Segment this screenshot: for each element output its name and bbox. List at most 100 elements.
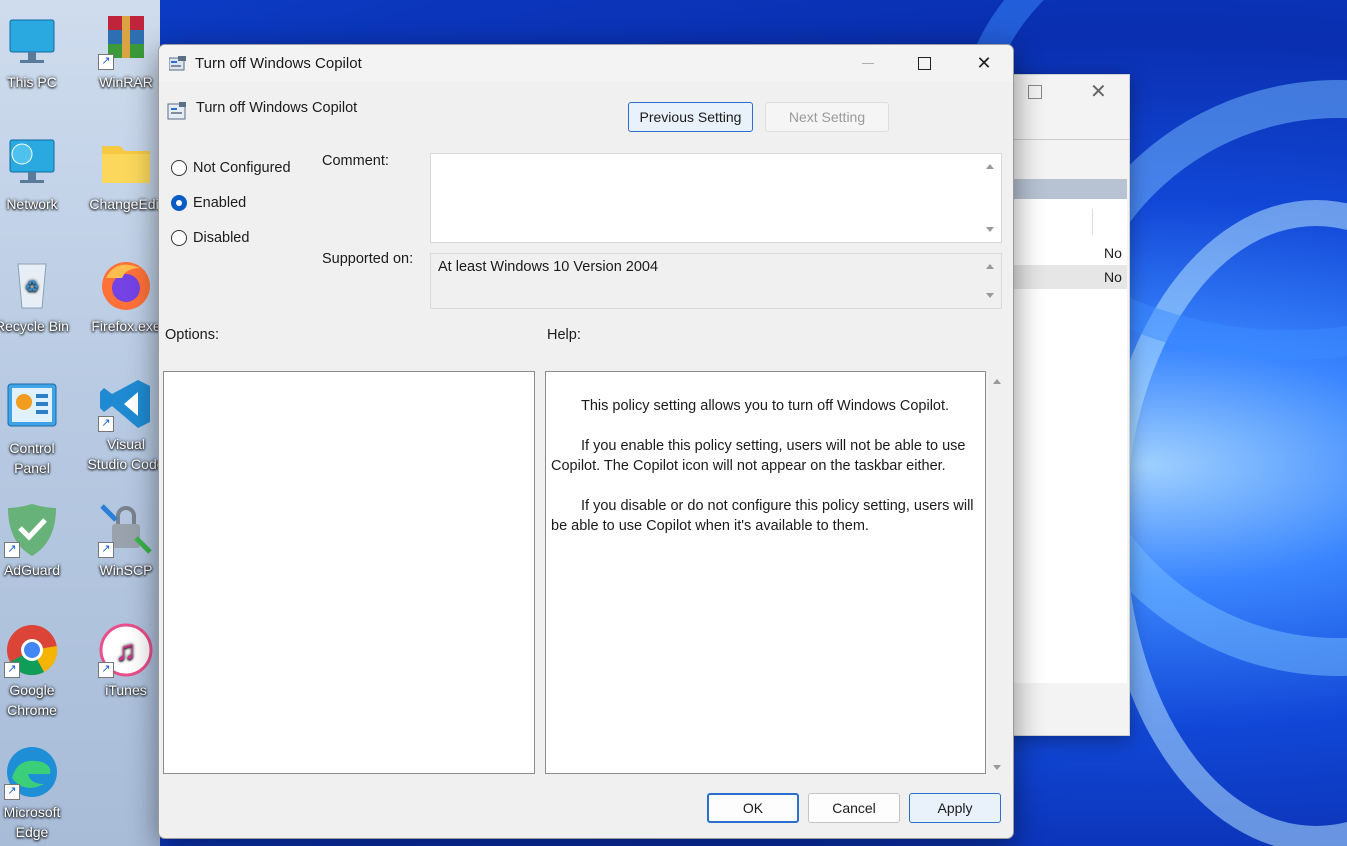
list-item[interactable]: No [1104, 269, 1122, 285]
desktop-icon-label: iTunes [105, 682, 147, 698]
maximize-icon[interactable] [1028, 85, 1042, 99]
shortcut-arrow-icon: ↗ [4, 662, 20, 678]
desktop-icon-this-pc[interactable]: This PC [0, 14, 72, 92]
desktop-icon-label: Google Chrome [7, 682, 57, 718]
adguard-icon: ↗ [4, 502, 60, 558]
desktop-icon-label: Control Panel [9, 440, 55, 476]
desktop-icon-itunes[interactable]: ♫ ↗ iTunes [86, 622, 166, 700]
cancel-button[interactable]: Cancel [808, 793, 900, 823]
scroll-up-icon[interactable] [993, 379, 1001, 384]
desktop-icon-firefox[interactable]: Firefox.exe [86, 258, 166, 336]
desktop-icon-recycle-bin[interactable]: ♻ Recycle Bin [0, 258, 72, 336]
scroll-up-icon[interactable] [986, 264, 994, 269]
setting-name: Turn off Windows Copilot [196, 100, 358, 116]
desktop-icon-label: Recycle Bin [0, 318, 69, 334]
desktop-icon-vscode[interactable]: ↗ Visual Studio Code [86, 376, 166, 474]
minimize-button[interactable] [839, 45, 897, 82]
control-panel-icon [4, 380, 60, 436]
scroll-down-icon[interactable] [986, 227, 994, 232]
desktop-icon-label: This PC [7, 74, 57, 90]
radio-circle-selected [171, 195, 187, 211]
radio-label: Not Configured [193, 160, 291, 176]
close-icon[interactable]: ✕ [1090, 79, 1107, 104]
recycle-bin-icon: ♻ [4, 258, 60, 314]
radio-circle [171, 160, 187, 176]
winrar-icon: ↗ [98, 14, 154, 70]
network-icon [4, 136, 60, 192]
svg-text:♫: ♫ [116, 635, 137, 666]
desktop-icon-control-panel[interactable]: Control Panel [0, 380, 72, 478]
radio-label: Enabled [193, 195, 247, 211]
list-view[interactable]: No No [1006, 199, 1127, 683]
help-pane: This policy setting allows you to turn o… [545, 371, 986, 774]
scroll-up-icon[interactable] [986, 164, 994, 169]
shortcut-arrow-icon: ↗ [98, 662, 114, 678]
shortcut-arrow-icon: ↗ [4, 542, 20, 558]
radio-enabled[interactable]: Enabled [171, 192, 246, 214]
radio-label: Disabled [193, 230, 250, 246]
desktop-icon-network[interactable]: Network [0, 136, 72, 214]
comment-label: Comment: [322, 153, 389, 169]
list-item[interactable]: No [1104, 245, 1122, 261]
ok-button[interactable]: OK [707, 793, 799, 823]
desktop-icon-label: Firefox.exe [91, 318, 161, 334]
help-scrollbar[interactable] [988, 371, 1008, 774]
monitor-icon [4, 14, 60, 70]
options-pane[interactable] [163, 371, 535, 774]
shortcut-arrow-icon: ↗ [98, 54, 114, 70]
divider [1092, 209, 1093, 235]
next-setting-button[interactable]: Next Setting [765, 102, 889, 132]
radio-circle [171, 230, 187, 246]
winscp-icon: ↗ [98, 502, 154, 558]
desktop-icon-label: ChangeEdit [89, 196, 163, 212]
folder-icon [98, 136, 154, 192]
desktop-icon-label: Visual Studio Code [87, 436, 165, 472]
supported-on-value: At least Windows 10 Version 2004 [438, 259, 659, 275]
close-icon: ✕ [976, 53, 992, 73]
help-paragraph: If you disable or do not configure this … [551, 498, 974, 534]
vscode-icon: ↗ [98, 376, 154, 432]
background-window[interactable]: ✕ No No [1005, 74, 1130, 736]
supported-on-label: Supported on: [322, 251, 414, 267]
desktop-icon-label: Network [6, 196, 58, 212]
policy-setting-icon [167, 101, 187, 124]
title-bar[interactable]: Turn off Windows Copilot ✕ [159, 45, 1013, 82]
help-label: Help: [547, 327, 581, 343]
window-title: Turn off Windows Copilot [195, 55, 362, 72]
desktop-icon-changeedit[interactable]: ChangeEdit [86, 136, 166, 214]
chrome-icon: ↗ [4, 622, 60, 678]
edge-icon: ↗ [4, 744, 60, 800]
policy-icon [168, 56, 186, 71]
previous-setting-button[interactable]: Previous Setting [628, 102, 753, 132]
svg-text:♻: ♻ [25, 279, 39, 296]
desktop-icon-microsoft-edge[interactable]: ↗ Microsoft Edge [0, 744, 72, 842]
scroll-down-icon[interactable] [986, 293, 994, 298]
desktop-icon-label: WinRAR [99, 74, 153, 90]
desktop-icon-label: AdGuard [3, 562, 61, 578]
desktop-icon-label: WinSCP [99, 562, 153, 578]
desktop-icon-google-chrome[interactable]: ↗ Google Chrome [0, 622, 72, 720]
shortcut-arrow-icon: ↗ [98, 542, 114, 558]
policy-setting-dialog: Turn off Windows Copilot ✕ Turn off Wind… [158, 44, 1014, 839]
minimize-icon [862, 63, 874, 64]
shortcut-arrow-icon: ↗ [4, 784, 20, 800]
close-button[interactable]: ✕ [955, 45, 1013, 82]
comment-scrollbar[interactable] [981, 154, 1001, 242]
comment-textarea[interactable] [430, 153, 1002, 243]
supported-on-scrollbar[interactable] [981, 254, 1001, 308]
itunes-icon: ♫ ↗ [98, 622, 154, 678]
options-label: Options: [165, 327, 219, 343]
divider [1006, 139, 1129, 140]
shortcut-arrow-icon: ↗ [98, 416, 114, 432]
column-header [1006, 179, 1127, 199]
scroll-down-icon[interactable] [993, 765, 1001, 770]
radio-disabled[interactable]: Disabled [171, 227, 249, 249]
desktop-icon-winrar[interactable]: ↗ WinRAR [86, 14, 166, 92]
apply-button[interactable]: Apply [909, 793, 1001, 823]
help-paragraph: This policy setting allows you to turn o… [581, 398, 950, 414]
desktop-icon-adguard[interactable]: ↗ AdGuard [0, 502, 72, 580]
maximize-button[interactable] [895, 45, 953, 82]
desktop-icon-winscp[interactable]: ↗ WinSCP [86, 502, 166, 580]
help-paragraph: If you enable this policy setting, users… [551, 438, 966, 474]
radio-not-configured[interactable]: Not Configured [171, 157, 291, 179]
